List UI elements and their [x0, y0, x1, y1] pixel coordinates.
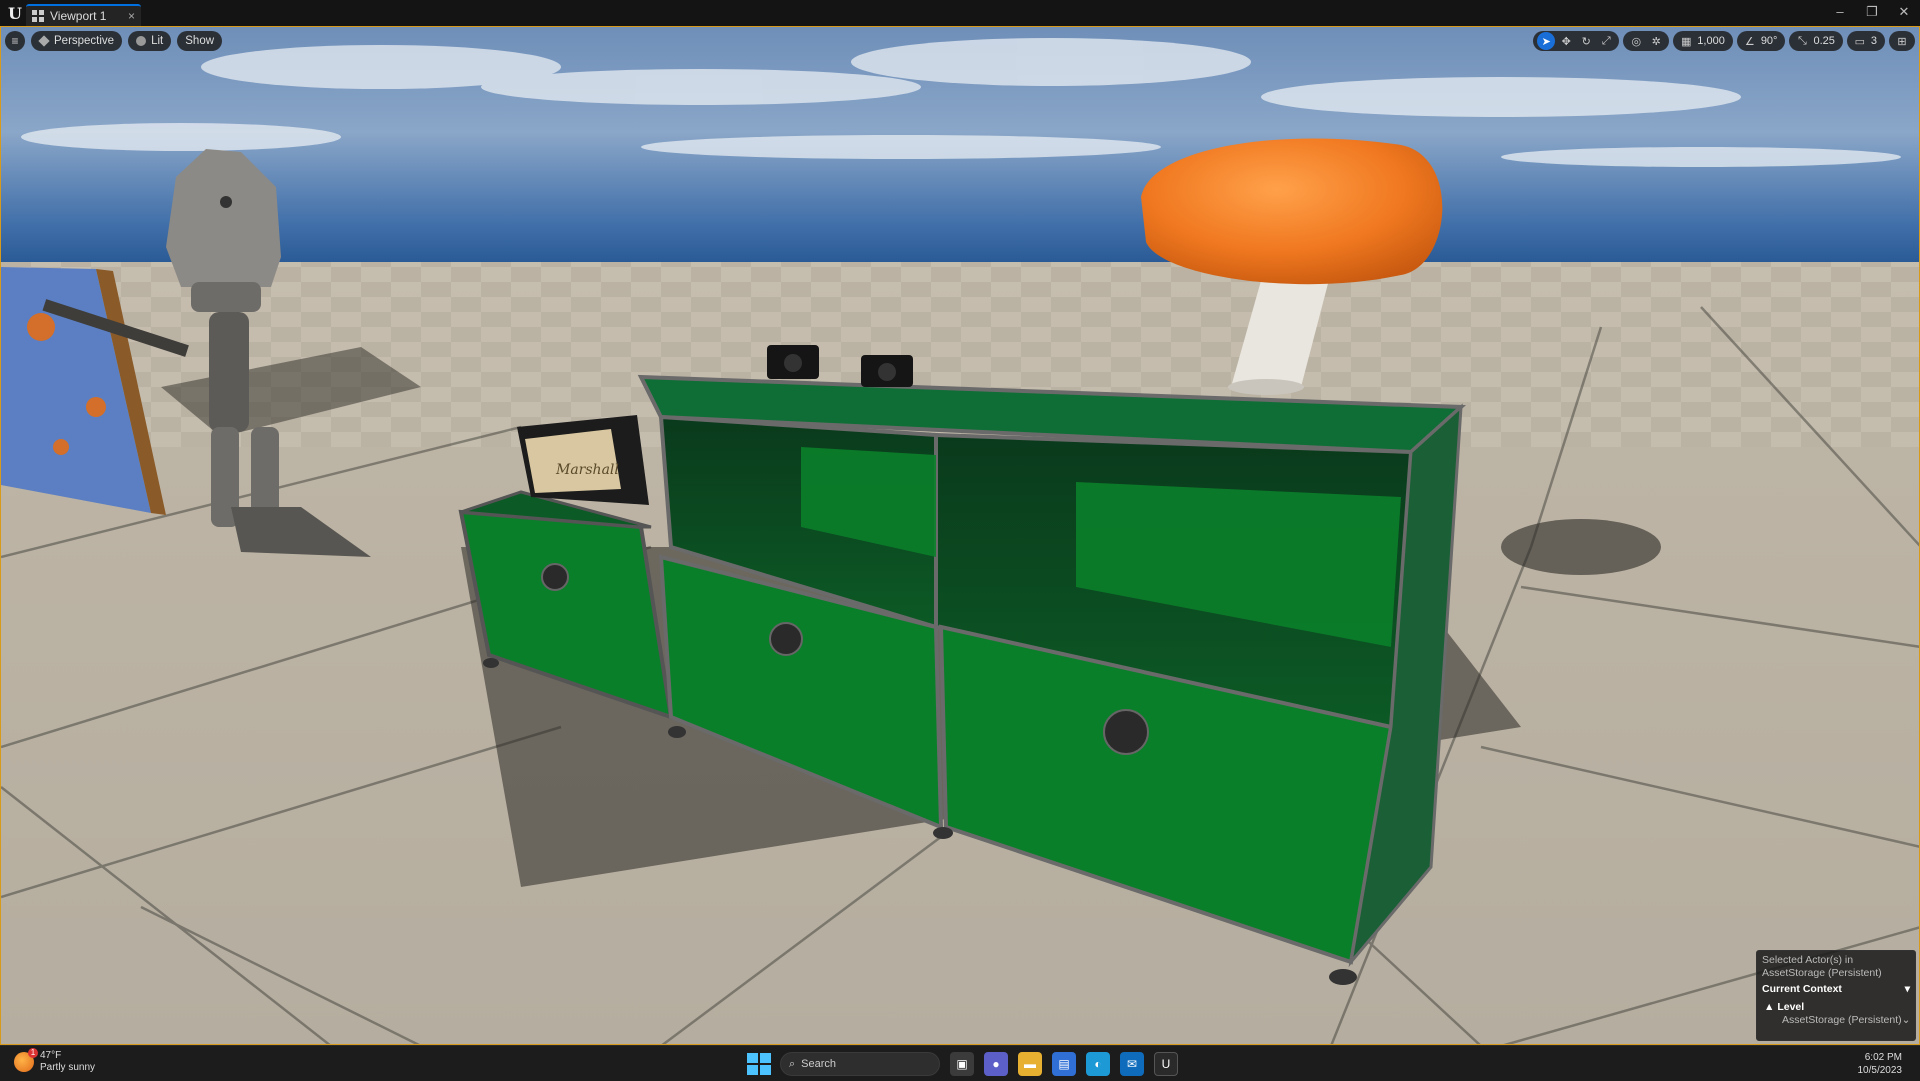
scale-snap-button[interactable]: ⤡ 0.25 — [1789, 31, 1843, 51]
taskbar-apps: ⌕ Search ▣ ● ▬ ▤ ◐ ✉ U — [746, 1050, 1178, 1078]
search-icon: ⌕ — [789, 1057, 796, 1070]
drawer-knob — [769, 622, 803, 656]
rotation-snap-value: 90° — [1760, 35, 1778, 47]
scene-render[interactable]: Marshall — [1, 27, 1920, 1045]
system-clock[interactable]: 6:02 PM 10/5/2023 — [1858, 1051, 1903, 1077]
camera-speed-button[interactable]: ▭ 3 — [1846, 31, 1885, 51]
unreal-engine-taskbar-icon[interactable]: U — [1154, 1052, 1178, 1076]
level-icon: ▲ — [1764, 1001, 1775, 1013]
unreal-editor-window: U Viewport 1 × – ❐ ✕ Marshall ≡ Perspect… — [0, 0, 1920, 1081]
select-tool-icon[interactable]: ➤ — [1537, 32, 1556, 50]
windows-taskbar: 1 47°F Partly sunny ⌕ Search ▣ ● ▬ ▤ ◐ ✉… — [0, 1045, 1920, 1081]
lit-sphere-icon — [136, 36, 147, 46]
viewport-layout-button[interactable]: ⊞ — [1889, 31, 1915, 51]
rotate-tool-icon[interactable]: ↻ — [1577, 32, 1595, 50]
title-bar: U Viewport 1 × – ❐ ✕ — [0, 0, 1920, 26]
lit-button[interactable]: Lit — [128, 31, 172, 51]
viewport-toolbar-right: ➤ ✥ ↻ ⤢ ◎ ✲ ▦ 1,000 ∠ 90° ⤡ 0.25 ▭ 3 ⊞ — [1533, 30, 1915, 52]
lit-label: Lit — [151, 35, 164, 47]
teams-chat-icon[interactable]: ● — [984, 1052, 1008, 1076]
viewport-layout-icon — [32, 10, 44, 22]
unreal-logo-icon[interactable]: U — [4, 2, 26, 24]
current-context-label: Current Context — [1762, 983, 1842, 995]
weather-desc: Partly sunny — [40, 1062, 96, 1073]
lamp-shade — [1141, 138, 1443, 285]
drawer-knob — [541, 563, 569, 591]
scale-tool-icon[interactable]: ⤢ — [1597, 32, 1615, 50]
world-local-icon[interactable]: ◎ — [1627, 32, 1645, 50]
taskbar-search[interactable]: ⌕ Search — [780, 1052, 940, 1076]
tab-close-icon[interactable]: × — [128, 9, 135, 23]
chevron-down-icon: ▾ — [1904, 983, 1910, 995]
weather-widget[interactable]: 1 47°F Partly sunny — [14, 1048, 96, 1074]
task-view-icon[interactable]: ▣ — [950, 1052, 974, 1076]
start-button[interactable] — [746, 1052, 771, 1076]
edge-browser-icon[interactable]: ◐ — [1086, 1052, 1110, 1076]
search-placeholder: Search — [801, 1058, 837, 1070]
weather-sun-icon: 1 — [14, 1048, 38, 1072]
perspective-button[interactable]: Perspective — [31, 31, 123, 51]
level-viewport[interactable]: Marshall ≡ Perspective Lit Show ➤ ✥ ↻ ⤢ … — [0, 26, 1920, 1045]
rotation-snap-button[interactable]: ∠ 90° — [1736, 31, 1786, 51]
context-line-1: Selected Actor(s) in — [1762, 954, 1854, 966]
show-label: Show — [185, 35, 215, 47]
coord-tools: ◎ ✲ — [1623, 31, 1670, 51]
maximize-viewport-icon: ⊞ — [1897, 35, 1907, 48]
translate-tool-icon[interactable]: ✥ — [1557, 32, 1575, 50]
notification-badge: 1 — [28, 1048, 38, 1058]
microsoft-store-icon[interactable]: ▤ — [1052, 1052, 1076, 1076]
surface-snap-icon[interactable]: ✲ — [1647, 32, 1665, 50]
file-explorer-icon[interactable]: ▬ — [1018, 1052, 1042, 1076]
restore-button[interactable]: ❐ — [1857, 3, 1887, 21]
camera-speed-value: 3 — [1870, 35, 1877, 47]
viewport-toolbar-left: ≡ Perspective Lit Show — [5, 30, 223, 52]
context-line-2: AssetStorage (Persistent) — [1762, 967, 1882, 979]
perspective-cube-icon — [38, 35, 50, 47]
level-value-row[interactable]: AssetStorage (Persistent) ⌄ — [1762, 1014, 1910, 1027]
grid-snap-value: 1,000 — [1697, 35, 1725, 47]
angle-icon: ∠ — [1744, 35, 1755, 48]
level-row: ▲ Level — [1762, 1001, 1910, 1014]
grid-icon: ▦ — [1681, 35, 1692, 48]
hamburger-icon: ≡ — [11, 34, 19, 48]
mail-icon[interactable]: ✉ — [1120, 1052, 1144, 1076]
current-context-header[interactable]: Current Context ▾ — [1762, 983, 1910, 996]
level-label: Level — [1777, 1001, 1805, 1013]
tab-viewport-1[interactable]: Viewport 1 × — [26, 4, 141, 26]
current-context-panel: Selected Actor(s) in AssetStorage (Persi… — [1756, 950, 1916, 1041]
scale-snap-value: 0.25 — [1813, 35, 1835, 47]
chevron-down-icon: ⌄ — [1901, 1014, 1911, 1026]
close-window-button[interactable]: ✕ — [1889, 3, 1919, 21]
clock-time: 6:02 PM — [1864, 1052, 1902, 1063]
minimize-button[interactable]: – — [1825, 3, 1855, 21]
scale-snap-icon: ⤡ — [1798, 34, 1807, 47]
show-button[interactable]: Show — [177, 31, 223, 51]
clock-date: 10/5/2023 — [1857, 1065, 1903, 1076]
viewport-menu-button[interactable]: ≡ — [5, 31, 25, 51]
drawer-knob — [1103, 709, 1149, 755]
perspective-label: Perspective — [54, 35, 115, 47]
level-value: AssetStorage (Persistent) — [1782, 1014, 1902, 1026]
weather-temp: 47°F — [40, 1050, 62, 1061]
lamp-shadow — [1501, 519, 1661, 575]
radio-brand-text: Marshall — [555, 462, 619, 478]
tab-label: Viewport 1 — [50, 9, 107, 23]
transform-tools: ➤ ✥ ↻ ⤢ — [1533, 31, 1620, 51]
marshall-radio[interactable]: Marshall — [517, 415, 649, 505]
camera-icon: ▭ — [1854, 35, 1866, 48]
grid-snap-button[interactable]: ▦ 1,000 — [1673, 31, 1733, 51]
